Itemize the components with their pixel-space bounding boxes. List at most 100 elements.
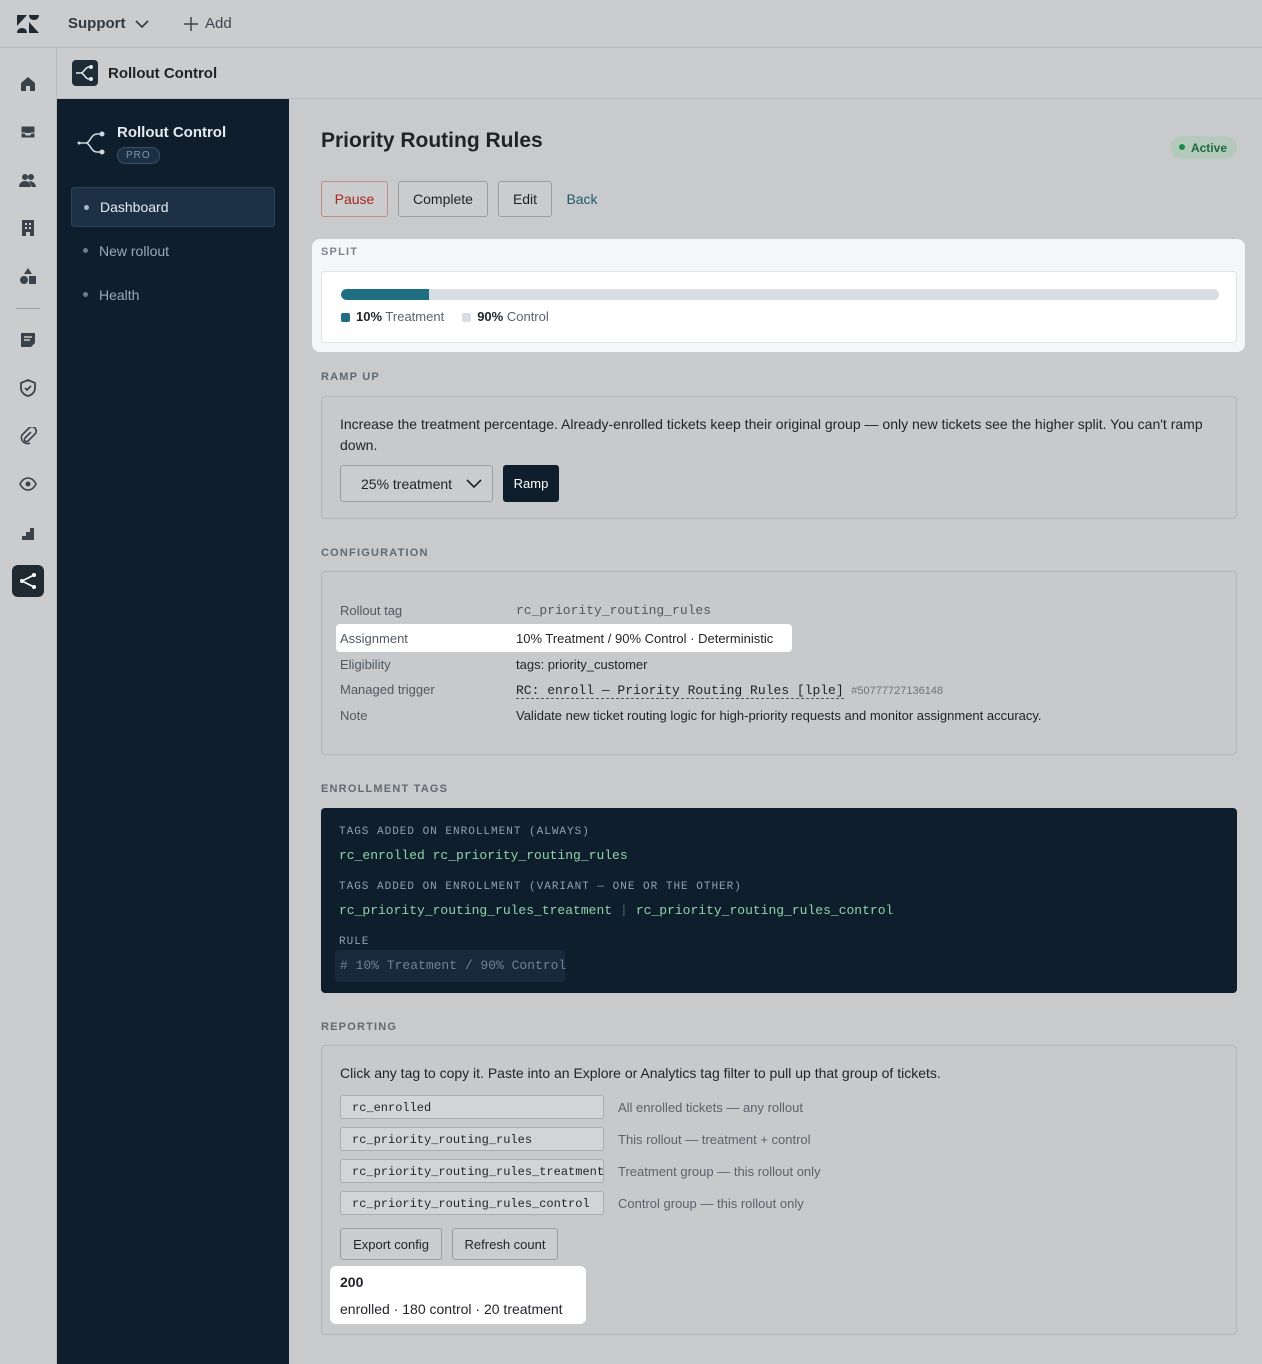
pause-button[interactable]: Pause <box>321 181 388 217</box>
plus-icon <box>184 16 198 31</box>
variant-label: TAGS ADDED ON ENROLLMENT (VARIANT — ONE … <box>339 881 742 893</box>
nav-dot-icon <box>84 205 89 210</box>
tag-chip[interactable]: rc_priority_routing_rules <box>340 1127 604 1151</box>
add-label: Add <box>205 15 232 32</box>
section-label: ENROLLMENT TAGS <box>321 783 449 795</box>
ramp-description: Increase the treatment percentage. Alrea… <box>340 416 1203 453</box>
config-key: Managed trigger <box>340 682 435 697</box>
nav-label: New rollout <box>99 243 170 259</box>
export-config-button[interactable]: Export config <box>340 1228 442 1260</box>
building-icon[interactable] <box>12 212 44 244</box>
config-value: Validate new ticket routing logic for hi… <box>516 708 1042 723</box>
ramp-select-value: 25% treatment <box>361 475 453 492</box>
paperclip-icon[interactable] <box>12 420 44 452</box>
zendesk-logo-icon[interactable] <box>16 14 40 34</box>
section-label: REPORTING <box>321 1021 398 1033</box>
config-value: rc_priority_routing_rules <box>516 603 712 618</box>
reporting-description: Click any tag to copy it. Paste into an … <box>340 1065 941 1081</box>
users-icon[interactable] <box>12 164 44 196</box>
complete-button[interactable]: Complete <box>398 181 488 217</box>
page-title: Priority Routing Rules <box>321 129 543 152</box>
count-breakdown: enrolled · 180 control · 20 treatment <box>340 1301 563 1317</box>
nav-label: Health <box>99 287 140 303</box>
status-label: Active <box>1190 140 1227 155</box>
config-key: Note <box>340 708 368 723</box>
split-bar <box>341 289 1219 300</box>
back-link[interactable]: Back <box>562 181 602 217</box>
eye-icon[interactable] <box>12 468 44 500</box>
main-content: Priority Routing Rules Active Pause Comp… <box>289 99 1262 1364</box>
trigger-link[interactable]: RC: enroll — Priority Routing Rules [lpl… <box>516 683 844 699</box>
config-value: RC: enroll — Priority Routing Rules [lpl… <box>516 682 943 699</box>
config-card: Rollout tag rc_priority_routing_rules As… <box>321 571 1237 755</box>
treatment-swatch <box>341 313 350 322</box>
config-key: Rollout tag <box>340 603 403 618</box>
ramp-select[interactable]: 25% treatment <box>340 465 493 502</box>
treatment-pct: 10% <box>356 309 383 324</box>
split-card: 10% Treatment 90% Control <box>321 271 1237 343</box>
rollout-app-icon[interactable] <box>12 565 44 597</box>
inbox-icon[interactable] <box>12 116 44 148</box>
status-badge: Active <box>1169 136 1237 159</box>
refresh-count-button[interactable]: Refresh count <box>452 1228 558 1260</box>
nav-item-dashboard[interactable]: Dashboard <box>71 187 275 227</box>
control-label: Control <box>506 309 549 324</box>
reporting-card: Click any tag to copy it. Paste into an … <box>321 1045 1237 1335</box>
split-legend: 10% Treatment 90% Control <box>341 309 549 324</box>
tag-chip[interactable]: rc_enrolled <box>340 1095 604 1119</box>
variant-tags: rc_priority_routing_rules_treatment | rc_p… <box>339 903 893 918</box>
rail-divider <box>16 308 40 309</box>
ramp-button[interactable]: Ramp <box>503 465 559 502</box>
variant-control-tag: rc_priority_routing_rules_control <box>635 903 894 918</box>
config-key: Eligibility <box>340 657 391 672</box>
nav-dot-icon <box>83 248 88 253</box>
chevron-down-icon <box>466 479 482 489</box>
split-section: SPLIT 10% Treatment 90% Control <box>312 239 1245 352</box>
add-button[interactable]: Add <box>183 15 232 32</box>
nav-label: Dashboard <box>100 199 169 215</box>
section-label: RAMP UP <box>321 371 380 383</box>
notes-icon[interactable] <box>12 324 44 356</box>
enrollment-count: 200 enrolled · 180 control · 20 treatmen… <box>330 1266 586 1324</box>
config-value: 10% Treatment / 90% Control · Determinis… <box>516 631 774 646</box>
bar-chart-icon[interactable] <box>12 516 44 548</box>
count-total: 200 <box>340 1274 364 1290</box>
split-bar-treatment-fill <box>341 289 429 300</box>
tag-description: This rollout — treatment + control <box>618 1132 811 1147</box>
control-pct: 90% <box>477 309 504 324</box>
rule-code: # 10% Treatment / 90% Control <box>335 950 566 982</box>
always-tags: rc_enrolled rc_priority_routing_rules <box>339 848 628 863</box>
treatment-label: Treatment <box>385 309 445 324</box>
product-label: Support <box>68 15 126 32</box>
tag-chip[interactable]: rc_priority_routing_rules_control <box>340 1191 604 1215</box>
legend-treatment: 10% Treatment <box>341 309 444 324</box>
product-rail <box>0 48 57 1364</box>
nav-item-health[interactable]: Health <box>71 275 275 315</box>
app-sidebar: Rollout Control PRO Dashboard New rollou… <box>57 99 289 1364</box>
section-label: CONFIGURATION <box>321 547 429 559</box>
shapes-icon[interactable] <box>12 260 44 292</box>
rollout-logo-icon <box>72 60 98 86</box>
product-switcher[interactable]: Support <box>68 15 150 32</box>
tag-description: All enrolled tickets — any rollout <box>618 1100 803 1115</box>
shield-icon[interactable] <box>12 372 44 404</box>
variant-separator: | <box>620 903 628 918</box>
rollout-logo-icon <box>77 131 105 155</box>
app-header: Rollout Control <box>57 48 1262 99</box>
app-header-title: Rollout Control <box>108 65 218 82</box>
config-key: Assignment <box>340 631 408 646</box>
brand-name: Rollout Control <box>117 124 227 141</box>
nav-item-new-rollout[interactable]: New rollout <box>71 231 275 271</box>
always-label: TAGS ADDED ON ENROLLMENT (ALWAYS) <box>339 826 590 838</box>
enrollment-tags-panel: TAGS ADDED ON ENROLLMENT (ALWAYS) rc_enr… <box>321 808 1237 993</box>
edit-button[interactable]: Edit <box>498 181 552 217</box>
brand: Rollout Control PRO <box>77 124 226 164</box>
nav-dot-icon <box>83 292 88 297</box>
tag-description: Control group — this rollout only <box>618 1196 804 1211</box>
plan-badge: PRO <box>117 147 160 164</box>
home-icon[interactable] <box>12 68 44 100</box>
rule-label: RULE <box>339 936 370 948</box>
variant-treatment-tag: rc_priority_routing_rules_treatment <box>339 903 613 918</box>
section-label: SPLIT <box>321 246 359 258</box>
tag-chip[interactable]: rc_priority_routing_rules_treatment <box>340 1159 604 1183</box>
